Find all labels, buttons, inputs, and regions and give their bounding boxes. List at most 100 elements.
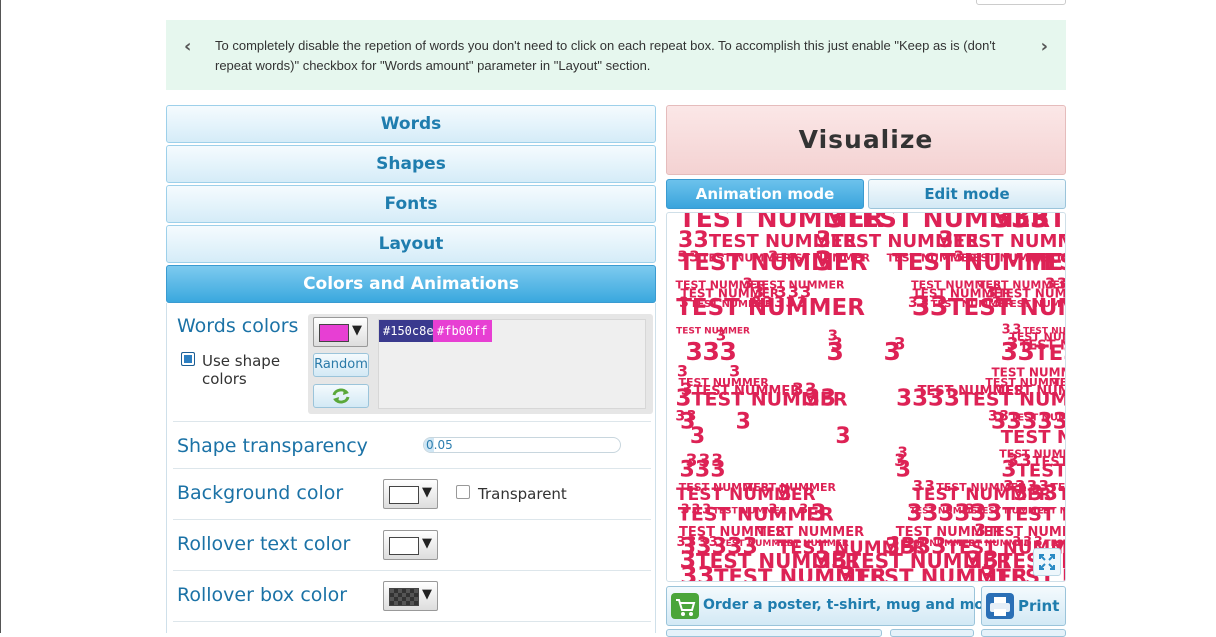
cloud-word: 3 bbox=[835, 424, 850, 449]
tab-fonts[interactable]: Fonts bbox=[166, 185, 656, 223]
chevron-down-icon: ▼ bbox=[422, 587, 432, 602]
cloud-word: TEST NUMMER bbox=[679, 250, 868, 276]
cloud-word: 3 bbox=[811, 501, 827, 527]
order-label: Order a poster, t-shirt, mug and more bbox=[703, 597, 1001, 613]
tip-text: To completely disable the repetion of wo… bbox=[215, 38, 996, 73]
divider bbox=[173, 519, 651, 520]
cloud-word: 3 bbox=[695, 458, 710, 483]
color-swatch bbox=[389, 537, 419, 555]
expand-icon[interactable] bbox=[1033, 548, 1061, 576]
color-chip[interactable]: #fb00ff bbox=[433, 320, 492, 342]
rollover-box-color-picker[interactable]: ▼ bbox=[383, 581, 438, 611]
cloud-word: 3 bbox=[685, 337, 702, 366]
cloud-word: 3 bbox=[679, 458, 694, 483]
cloud-word: 3 bbox=[826, 337, 843, 366]
transparent-checkbox[interactable] bbox=[456, 485, 470, 499]
chevron-right-icon[interactable]: › bbox=[1041, 36, 1048, 57]
cloud-word: TEST NUMMER bbox=[960, 388, 1066, 410]
cloud-word: 3 bbox=[804, 385, 820, 411]
transparent-label: Transparent bbox=[478, 485, 567, 503]
color-swatch bbox=[319, 324, 349, 342]
tip-banner: ‹ To completely disable the repetion of … bbox=[166, 20, 1066, 90]
divider bbox=[173, 570, 651, 571]
top-dropdown[interactable] bbox=[976, 0, 1066, 5]
cloud-word: 3 bbox=[930, 291, 949, 322]
shape-transparency-label: Shape transparency bbox=[177, 435, 368, 457]
cloud-word: 3 bbox=[928, 385, 944, 411]
word-cloud-canvas[interactable]: TEST NUMMER3TEST NUMMER333TEST NUMMER33T… bbox=[666, 212, 1066, 582]
cloud-word: 3 bbox=[922, 501, 938, 527]
cloud-word: 3 bbox=[1000, 337, 1017, 366]
divider bbox=[173, 421, 651, 422]
printer-icon bbox=[986, 593, 1014, 619]
tab-shapes[interactable]: Shapes bbox=[166, 145, 656, 183]
tab-words[interactable]: Words bbox=[166, 105, 656, 143]
colors-panel: Words colors Use shape colors ▼ Random #… bbox=[166, 303, 656, 633]
visualize-button[interactable]: Visualize bbox=[666, 105, 1066, 175]
rollover-text-color-label: Rollover text color bbox=[177, 533, 351, 555]
cloud-word: TEST NUMMER bbox=[676, 326, 750, 336]
cloud-word: 3 bbox=[896, 385, 912, 411]
cloud-word: 3 bbox=[1017, 337, 1034, 366]
chevron-down-icon: ▼ bbox=[422, 485, 432, 500]
color-chip[interactable]: #150c8e bbox=[379, 320, 438, 342]
cloud-word: 3 bbox=[680, 561, 697, 582]
words-colors-label: Words colors bbox=[177, 315, 299, 337]
cloud-word: 3 bbox=[736, 410, 751, 435]
cloud-word: 3 bbox=[1028, 481, 1043, 505]
cloud-word: 3 bbox=[979, 561, 996, 582]
cloud-word: 3 bbox=[896, 458, 911, 483]
chevron-down-icon: ▼ bbox=[352, 323, 362, 338]
cloud-word: TEST NUMMER bbox=[1061, 231, 1066, 252]
more-button[interactable] bbox=[981, 629, 1066, 637]
cloud-word: TEST NUMMER bbox=[1028, 250, 1066, 276]
cloud-word: TEST NUMMER bbox=[1049, 213, 1066, 233]
background-color-picker[interactable]: ▼ bbox=[383, 479, 438, 509]
shape-transparency-slider[interactable]: 0.05 bbox=[423, 437, 621, 453]
divider bbox=[173, 468, 651, 469]
rollover-text-color-picker[interactable]: ▼ bbox=[383, 530, 438, 560]
background-color-label: Background color bbox=[177, 482, 344, 504]
cloud-word: 3 bbox=[1043, 481, 1058, 505]
page-edge bbox=[0, 0, 1, 633]
refresh-icon bbox=[332, 388, 350, 404]
words-color-picker[interactable]: ▼ bbox=[313, 317, 368, 347]
cart-icon bbox=[671, 593, 699, 619]
more-button[interactable] bbox=[666, 629, 882, 637]
cloud-word: 3 bbox=[820, 385, 836, 411]
cloud-word: TEST NUMMER bbox=[948, 295, 1066, 321]
cloud-word: TEST NUMMER bbox=[1058, 485, 1066, 505]
word-cloud-image: TEST NUMMER3TEST NUMMER333TEST NUMMER33T… bbox=[675, 213, 1066, 582]
random-colors-button[interactable]: Random bbox=[313, 353, 369, 377]
slider-value: 0.05 bbox=[426, 438, 453, 452]
color-swatch bbox=[389, 588, 419, 606]
cloud-word: 3 bbox=[690, 424, 705, 449]
cloud-word: TEST NUMMER bbox=[676, 295, 865, 321]
cloud-word: TEST NUMMER bbox=[1001, 427, 1066, 448]
chevron-left-icon[interactable]: ‹ bbox=[184, 36, 191, 57]
cloud-word: 3 bbox=[814, 246, 833, 277]
divider bbox=[173, 621, 651, 622]
order-products-button[interactable]: Order a poster, t-shirt, mug and more bbox=[666, 586, 1000, 626]
cloud-word: TEST NUMMER bbox=[1002, 504, 1066, 526]
cloud-word: 3 bbox=[954, 501, 970, 527]
cloud-word: TEST NUMMER bbox=[954, 231, 1066, 252]
edit-mode-button[interactable]: Edit mode bbox=[868, 179, 1066, 209]
cloud-word: 3 bbox=[777, 481, 792, 505]
use-shape-colors-checkbox[interactable] bbox=[181, 352, 195, 366]
cloud-word: 3 bbox=[710, 458, 725, 483]
cloud-word: 3 bbox=[676, 385, 692, 411]
refresh-colors-button[interactable] bbox=[313, 384, 369, 408]
color-swatch bbox=[389, 486, 419, 504]
cloud-word: 3 bbox=[912, 385, 928, 411]
colors-list: #150c8e #fb00ff bbox=[378, 319, 646, 409]
print-button[interactable]: Print bbox=[981, 586, 1066, 626]
chevron-down-icon: ▼ bbox=[422, 536, 432, 551]
animation-mode-button[interactable]: Animation mode bbox=[666, 179, 864, 209]
rollover-box-color-label: Rollover box color bbox=[177, 584, 348, 606]
more-button[interactable] bbox=[890, 629, 974, 637]
tab-colors-and-animations[interactable]: Colors and Animations bbox=[166, 265, 656, 303]
cloud-word: 3 bbox=[1013, 481, 1028, 505]
cloud-word: 3 bbox=[944, 385, 960, 411]
tab-layout[interactable]: Layout bbox=[166, 225, 656, 263]
